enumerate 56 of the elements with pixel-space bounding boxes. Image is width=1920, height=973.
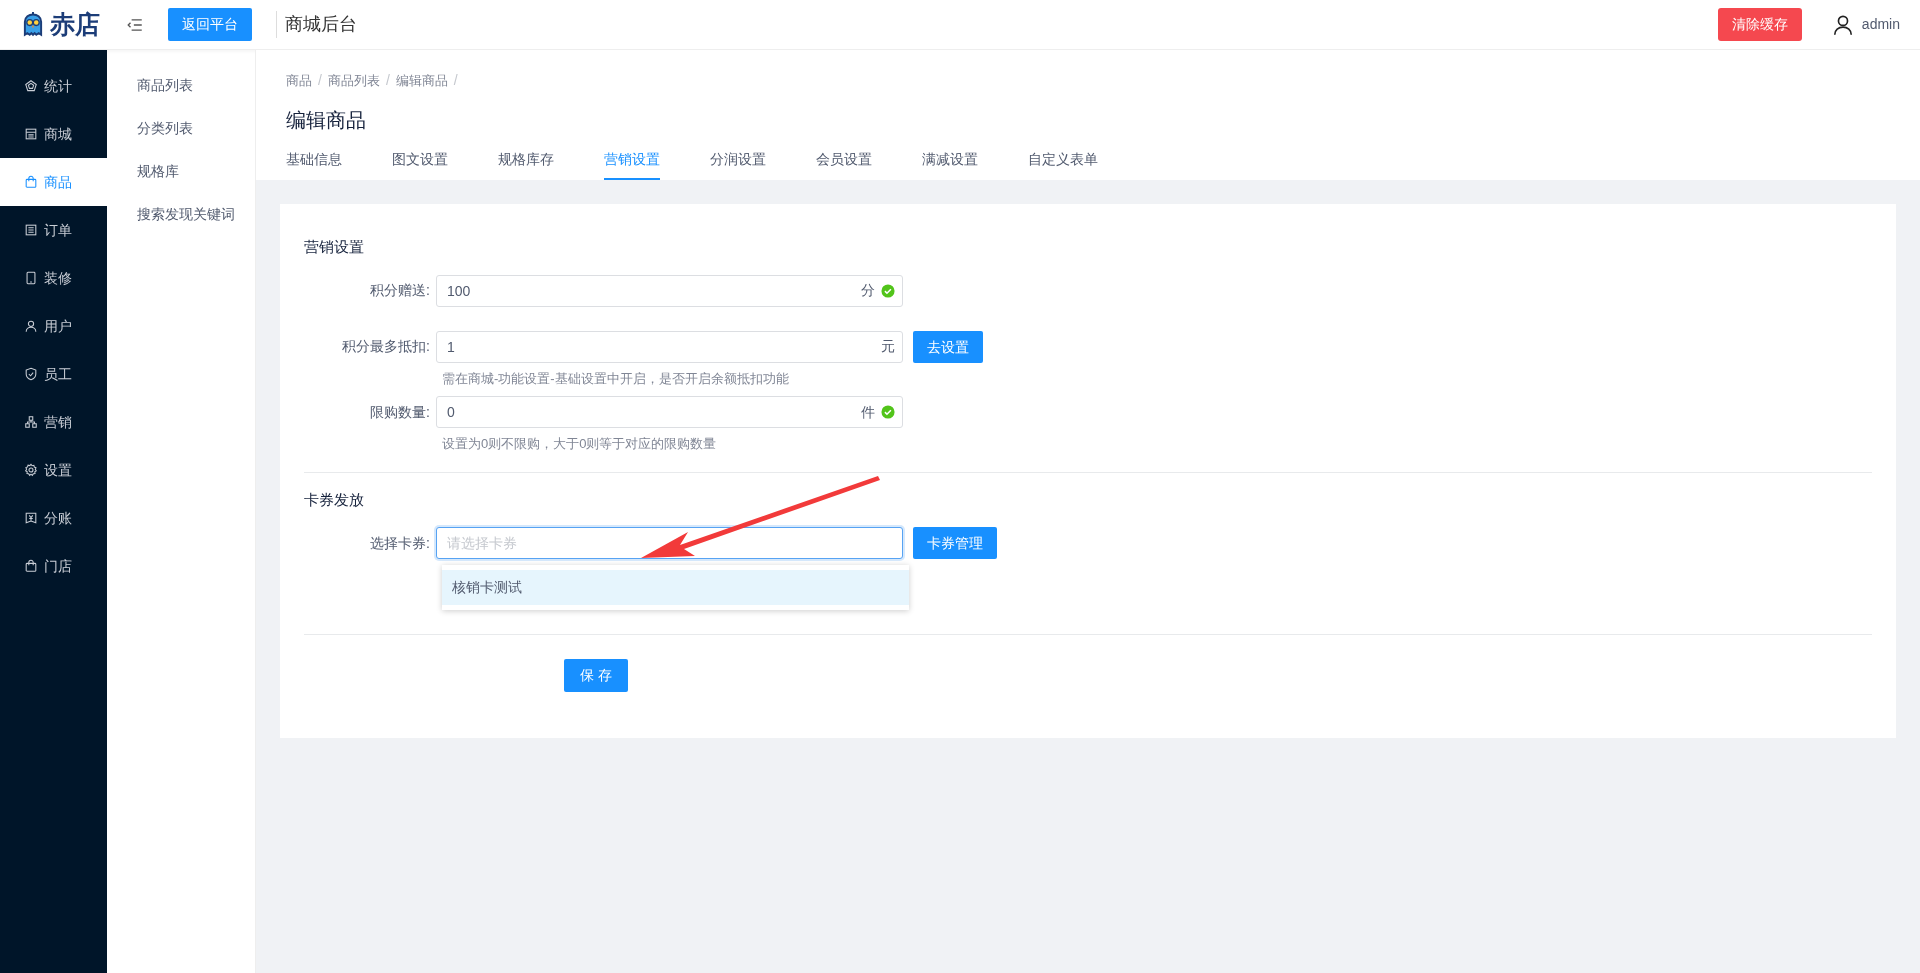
sidebar-item[interactable]: 商城 [0, 110, 107, 158]
sidebar-item[interactable]: 装修 [0, 254, 107, 302]
shopping-bag-icon [24, 559, 38, 573]
receipt-icon [24, 511, 38, 525]
list-icon [24, 223, 38, 237]
submenu-item[interactable]: 规格库 [107, 150, 255, 193]
hierarchy-icon [24, 415, 38, 429]
user-icon [1831, 13, 1854, 36]
field-label: 积分赠送: [369, 281, 431, 300]
pentagon-icon [24, 79, 38, 93]
tab[interactable]: 分润设置 [710, 149, 766, 180]
submenu-item[interactable]: 搜索发现关键词 [107, 193, 255, 236]
sidebar-item[interactable]: 分账 [0, 494, 107, 542]
breadcrumb-separator: / [385, 71, 390, 90]
unit-label: 元 [881, 337, 895, 356]
sidebar-item[interactable]: 用户 [0, 302, 107, 350]
clear-cache-button[interactable]: 清除缓存 [1717, 8, 1802, 41]
tab[interactable]: 图文设置 [392, 149, 448, 180]
gear-icon [24, 463, 38, 477]
hint-text: 需在商城-功能设置-基础设置中开启，是否开启余额抵扣功能 [442, 369, 790, 388]
sidebar-item[interactable]: 统计 [0, 62, 107, 110]
sidebar-item[interactable]: 门店 [0, 542, 107, 590]
username: admin [1861, 15, 1900, 34]
sidebar-item[interactable]: 订单 [0, 206, 107, 254]
field-label: 选择卡券: [369, 533, 431, 553]
breadcrumb-link[interactable]: 商品 [286, 70, 312, 91]
section-title: 卡券发放 [304, 489, 365, 510]
tab[interactable]: 会员设置 [816, 149, 872, 180]
unit-label: 件 [861, 402, 875, 422]
unit-label: 分 [861, 281, 875, 300]
field-label: 积分最多抵扣: [341, 337, 431, 356]
tablet-icon [24, 271, 38, 285]
page-title: 编辑商品 [286, 108, 367, 133]
breadcrumb-link[interactable]: 商品列表 [327, 70, 380, 91]
submenu-item[interactable]: 商品列表 [107, 64, 255, 107]
sidebar-item[interactable]: 设置 [0, 446, 107, 494]
shopping-bag-icon [24, 175, 38, 189]
field-label: 限购数量: [369, 402, 431, 422]
breadcrumb-separator: / [453, 71, 458, 90]
sidebar-item[interactable]: 营销 [0, 398, 107, 446]
breadcrumb-separator: / [318, 71, 322, 90]
shield-icon [24, 367, 38, 381]
breadcrumb-link[interactable]: 编辑商品 [395, 70, 448, 91]
sidebar-item[interactable]: 员工 [0, 350, 107, 398]
section-title: 营销设置 [304, 237, 365, 257]
store-icon [24, 127, 38, 141]
hint-text: 设置为0则不限购，大于0则等于对应的限购数量 [442, 435, 718, 453]
tab[interactable]: 基础信息 [286, 149, 342, 180]
submenu-item[interactable]: 分类列表 [107, 107, 255, 150]
dropdown-option[interactable]: 核销卡测试 [442, 570, 909, 605]
tab[interactable]: 满减设置 [922, 149, 978, 180]
user-icon [24, 319, 38, 333]
brand-name: 赤店 [50, 8, 100, 40]
tab[interactable]: 自定义表单 [1028, 149, 1098, 180]
app-title: 商城后台 [276, 11, 357, 38]
tab[interactable]: 规格库存 [498, 149, 554, 180]
